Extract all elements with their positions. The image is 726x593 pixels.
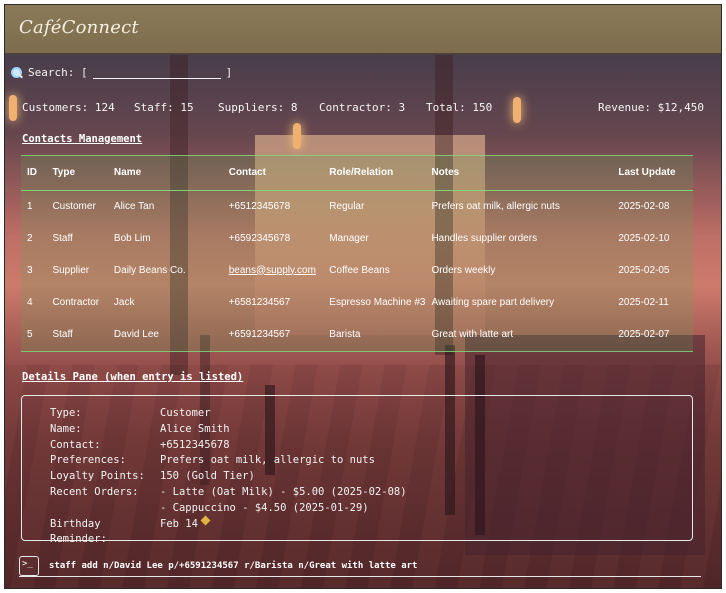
table-row[interactable]: 4 Contractor Jack +6581234567 Espresso M… (21, 286, 693, 318)
detail-row-loyalty: Loyalty Points: 150 (Gold Tier) (50, 469, 407, 485)
cell-notes: Handles supplier orders (431, 232, 538, 244)
details-pane: Type: Customer Name: Alice Smith Contact: +… (21, 395, 693, 545)
stat-total: Total: 150 (426, 101, 493, 114)
cell-type: Customer (52, 200, 96, 212)
app-window: CaféConnect Search: [ ] Customers: 124 S… (4, 4, 722, 589)
contacts-table: ID Type Name Contact Role/Relation Notes… (21, 155, 693, 352)
cell-role: Espresso Machine #3 (329, 296, 426, 308)
cell-role: Coffee Beans (329, 264, 390, 276)
cell-name: Bob Lim (113, 232, 151, 244)
cell-role: Regular (329, 200, 365, 212)
cell-name: Alice Tan (113, 200, 155, 212)
detail-label (50, 501, 160, 517)
detail-label: Birthday Reminder: (50, 517, 107, 546)
detail-value: Prefers oat milk, allergic to nuts (160, 454, 375, 467)
cell-last-update: 2025-02-08 (618, 200, 670, 212)
table-row[interactable]: 5 Staff David Lee +6591234567 Barista Gr… (21, 318, 693, 350)
search-input[interactable] (92, 66, 221, 79)
cell-id: 3 (27, 264, 33, 276)
cell-contact: +6592345678 (228, 232, 291, 244)
stat-customers: Customers: 124 (22, 101, 115, 114)
command-bar[interactable]: staff add n/David Lee p/+6591234567 r/Ba… (19, 555, 701, 577)
cell-notes: Great with latte art (431, 328, 514, 340)
stat-suppliers: Suppliers: 8 (218, 101, 298, 114)
cell-notes: Awaiting spare part delivery (431, 296, 555, 308)
table-header-row: ID Type Name Contact Role/Relation Notes… (21, 156, 693, 191)
stat-revenue: Revenue: $12,450 (598, 101, 704, 114)
search-label: Search: [ (28, 66, 88, 79)
stat-contractor: Contractor: 3 (319, 101, 406, 114)
table-row[interactable]: 1 Customer Alice Tan +6512345678 Regular… (21, 190, 693, 222)
stat-staff: Staff: 15 (134, 101, 194, 114)
cell-contact-email-link[interactable]: beans@supply.com (223, 254, 324, 286)
detail-label: Loyalty Points: (50, 470, 145, 483)
cell-last-update: 2025-02-07 (618, 328, 670, 340)
detail-row-orders: Recent Orders: - Latte (Oat Milk) - $5.00… (50, 485, 407, 501)
cell-name: Jack (113, 296, 135, 308)
cell-notes: Prefers oat milk, allergic nuts (431, 200, 560, 212)
column-header-name[interactable]: Name (107, 156, 223, 191)
detail-value: 150 (Gold Tier) (160, 470, 255, 483)
cell-id: 2 (27, 232, 33, 244)
table-row[interactable]: 2 Staff Bob Lim +6592345678 Manager Hand… (21, 222, 693, 254)
detail-row-orders-cont: - Cappuccino - $4.50 (2025-01-29) (50, 501, 407, 517)
column-header-type[interactable]: Type (46, 156, 108, 191)
detail-row-contact: Contact: +6512345678 (50, 438, 407, 454)
cell-role: Manager (329, 232, 369, 244)
title-bar: CaféConnect (5, 5, 721, 54)
cell-notes: Orders weekly (431, 264, 496, 276)
cell-contact: +6512345678 (228, 200, 291, 212)
detail-value: +6512345678 (160, 438, 230, 451)
cell-type: Supplier (52, 264, 90, 276)
details-heading: Details Pane (when entry is listed) (22, 371, 244, 383)
cell-name: David Lee (113, 328, 159, 340)
column-header-role[interactable]: Role/Relation (323, 156, 426, 191)
detail-value: - Cappuccino - $4.50 (2025-01-29) (160, 501, 369, 514)
search-icon[interactable] (11, 66, 23, 79)
detail-label: Name: (50, 422, 82, 435)
cell-id: 5 (27, 328, 33, 340)
detail-value: Alice Smith (160, 422, 230, 435)
column-header-notes[interactable]: Notes (425, 156, 613, 191)
cell-name: Daily Beans Co. (113, 264, 186, 276)
detail-row-name: Name: Alice Smith (50, 422, 407, 438)
table-row[interactable]: 3 Supplier Daily Beans Co. beans@supply.… (21, 254, 693, 286)
detail-row-preferences: Preferences: Prefers oat milk, allergic t… (50, 453, 407, 469)
cell-contact: +6581234567 (228, 296, 291, 308)
detail-row-birthday: Birthday Reminder: Feb 14 (50, 515, 407, 549)
cell-id: 1 (27, 200, 33, 212)
detail-label: Type: (50, 407, 82, 419)
cell-type: Staff (52, 328, 73, 340)
detail-label: Preferences: (50, 454, 126, 467)
pin-icon (200, 515, 211, 526)
detail-value: Customer (160, 407, 211, 419)
cell-type: Staff (52, 232, 73, 244)
column-header-id[interactable]: ID (21, 156, 47, 191)
cell-last-update: 2025-02-10 (618, 232, 670, 244)
column-header-last-update[interactable]: Last Update (612, 156, 693, 191)
cell-last-update: 2025-02-11 (618, 296, 669, 308)
cell-type: Contractor (52, 296, 100, 308)
search-bar[interactable]: Search: [ ] (11, 66, 232, 79)
detail-row-type: Type: Customer (50, 406, 407, 422)
detail-value: Feb 14 (160, 517, 198, 530)
contacts-heading: Contacts Management (22, 133, 143, 145)
column-header-contact[interactable]: Contact (222, 156, 324, 191)
detail-value: - Latte (Oat Milk) - $5.00 (2025-02-08) (160, 485, 407, 498)
detail-label: Contact: (50, 438, 101, 451)
cell-last-update: 2025-02-05 (618, 264, 670, 276)
command-input[interactable]: staff add n/David Lee p/+6591234567 r/Ba… (49, 561, 417, 571)
cell-id: 4 (27, 296, 33, 308)
cell-role: Barista (329, 328, 361, 340)
detail-label: Recent Orders: (50, 485, 139, 498)
terminal-icon (19, 555, 39, 576)
search-bracket: ] (225, 66, 233, 79)
app-title: CaféConnect (19, 17, 139, 38)
cell-contact: +6591234567 (228, 328, 291, 340)
